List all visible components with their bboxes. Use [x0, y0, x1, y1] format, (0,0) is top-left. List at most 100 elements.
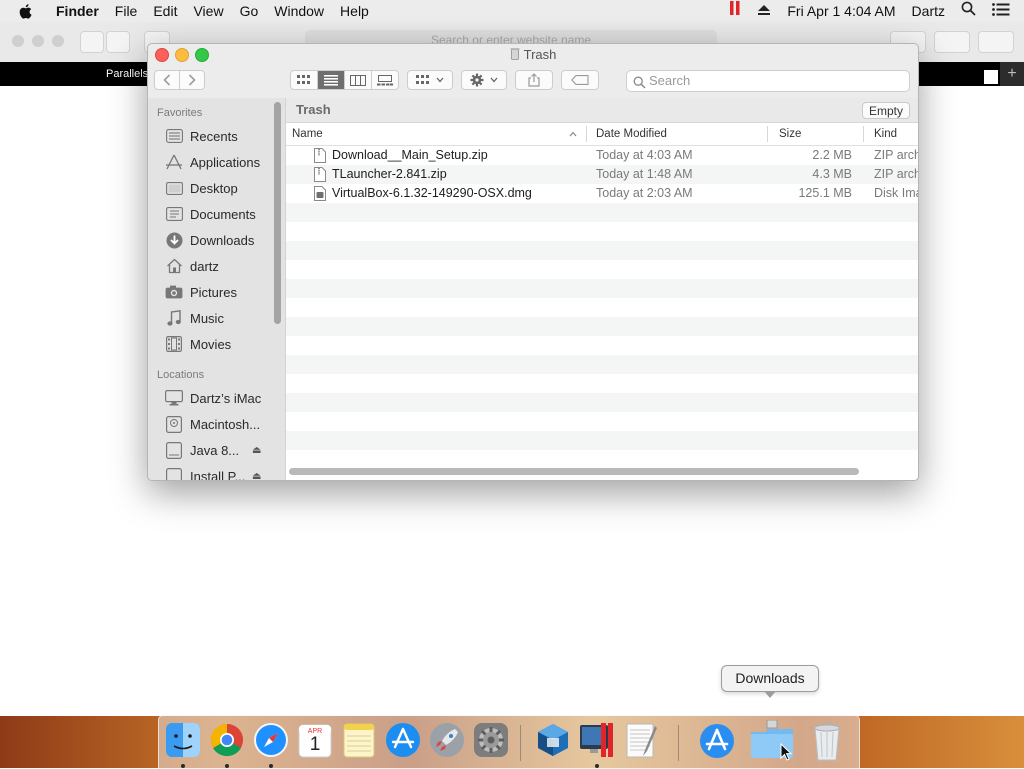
sidebar-item-recents[interactable]: Recents [148, 124, 278, 148]
eject-icon[interactable]: ⏏ [252, 445, 261, 456]
dock-trash[interactable] [807, 720, 847, 762]
dock-system-preferences[interactable] [471, 720, 511, 762]
menu-window[interactable]: Window [266, 0, 332, 22]
sidebar-item-install-volume[interactable]: Install P... ⏏ [148, 464, 278, 480]
group-by-button[interactable] [407, 70, 453, 90]
finder-titlebar[interactable]: Trash [148, 44, 918, 66]
column-divider[interactable] [863, 126, 864, 142]
sidebar-item-documents[interactable]: Documents [148, 202, 278, 226]
window-title: Trash [148, 44, 918, 67]
notification-center-icon[interactable] [984, 0, 1024, 22]
browser-share-button[interactable] [934, 31, 970, 53]
file-row[interactable]: VirtualBox-6.1.32-149290-OSX.dmg Today a… [286, 184, 918, 203]
menu-go[interactable]: Go [232, 0, 267, 22]
browser-tabs-button[interactable] [978, 31, 1014, 53]
sidebar-item-macintosh-hd[interactable]: Macintosh... [148, 412, 278, 436]
empty-row-stripe [286, 355, 918, 374]
eject-icon[interactable]: ⏏ [252, 471, 261, 481]
browser-minimize-button[interactable] [32, 35, 44, 47]
app-name-menu[interactable]: Finder [48, 0, 107, 22]
external-disk-icon [164, 441, 184, 459]
close-button[interactable] [155, 48, 169, 62]
dock-applications-folder[interactable] [697, 720, 737, 762]
menu-help[interactable]: Help [332, 0, 377, 22]
action-menu-button[interactable] [461, 70, 507, 90]
rocket-icon [430, 723, 464, 757]
empty-row-stripe [286, 279, 918, 298]
sidebar-item-label: Movies [190, 336, 232, 352]
dock-parallels[interactable] [577, 720, 617, 762]
sidebar-item-music[interactable]: Music [148, 306, 278, 330]
sort-ascending-icon [569, 123, 577, 145]
file-row[interactable]: Download__Main_Setup.zip Today at 4:03 A… [286, 146, 918, 165]
file-size: 2.2 MB [812, 148, 852, 162]
sidebar-item-downloads[interactable]: Downloads [148, 228, 278, 252]
menu-view[interactable]: View [185, 0, 231, 22]
file-size: 125.1 MB [798, 186, 852, 200]
horizontal-scrollbar[interactable] [289, 468, 859, 475]
column-header-size[interactable]: Size [779, 123, 801, 145]
browser-close-button[interactable] [12, 35, 24, 47]
gear-icon [474, 723, 508, 757]
sidebar-item-imac[interactable]: Dartz’s iMac [148, 386, 278, 410]
browser-tab[interactable]: Parallels [106, 62, 148, 86]
empty-row-stripe [286, 317, 918, 336]
sidebar-item-movies[interactable]: Movies [148, 332, 278, 356]
search-field[interactable]: Search [626, 70, 910, 92]
icon-view-button[interactable] [290, 70, 318, 90]
eject-status-icon[interactable] [749, 0, 779, 22]
column-divider[interactable] [586, 126, 587, 142]
menu-edit[interactable]: Edit [145, 0, 185, 22]
dock-app-store[interactable] [383, 720, 423, 762]
zip-file-icon [314, 167, 326, 185]
sidebar-item-label: Recents [190, 128, 238, 144]
column-view-button[interactable] [344, 70, 372, 90]
icon-view-icon [297, 75, 310, 84]
dock-notes[interactable] [339, 720, 379, 762]
safari-icon [254, 723, 288, 757]
sidebar-scrollbar[interactable] [274, 102, 281, 324]
browser-forward-button[interactable] [106, 31, 130, 53]
browser-zoom-button[interactable] [52, 35, 64, 47]
menubar-user[interactable]: Dartz [904, 0, 953, 22]
column-header-kind[interactable]: Kind [874, 123, 897, 145]
spotlight-icon[interactable] [953, 0, 984, 22]
dock-calendar[interactable]: APR 1 [295, 720, 335, 762]
empty-trash-button[interactable]: Empty [862, 102, 910, 119]
browser-new-tab-button[interactable]: + [1000, 62, 1024, 86]
column-header-date-modified[interactable]: Date Modified [596, 123, 667, 145]
notes-icon [343, 723, 375, 758]
browser-back-button[interactable] [80, 31, 104, 53]
sidebar-item-java-volume[interactable]: Java 8... ⏏ [148, 438, 278, 462]
apple-menu[interactable] [0, 3, 48, 19]
edit-tags-button[interactable] [561, 70, 599, 90]
file-row[interactable]: TLauncher-2.841.zip Today at 1:48 AM 4.3… [286, 165, 918, 184]
menubar-clock[interactable]: Fri Apr 1 4:04 AM [779, 0, 903, 22]
sidebar-item-home[interactable]: dartz [148, 254, 278, 278]
apple-icon [19, 3, 31, 19]
dock-virtualbox[interactable] [533, 720, 573, 762]
zoom-button[interactable] [195, 48, 209, 62]
column-divider[interactable] [767, 126, 768, 142]
share-button[interactable] [515, 70, 553, 90]
list-view-button[interactable] [317, 70, 345, 90]
sidebar-item-pictures[interactable]: Pictures [148, 280, 278, 304]
window-title-text: Trash [523, 47, 557, 62]
dock-textedit[interactable] [621, 720, 661, 762]
forward-button[interactable] [179, 70, 205, 90]
sidebar-item-desktop[interactable]: Desktop [148, 176, 278, 200]
dock-separator [678, 725, 679, 761]
sidebar-item-applications[interactable]: Applications [148, 150, 278, 174]
dock-launchpad[interactable] [427, 720, 467, 762]
parallels-status-icon[interactable] [721, 0, 749, 22]
list-view-icon [324, 74, 338, 86]
menu-file[interactable]: File [107, 0, 146, 22]
dock-safari[interactable] [251, 720, 291, 762]
dock-chrome[interactable] [207, 720, 247, 762]
column-header-name[interactable]: Name [292, 123, 323, 145]
back-button[interactable] [154, 70, 180, 90]
dock-finder[interactable] [163, 720, 203, 762]
gallery-view-button[interactable] [371, 70, 399, 90]
parallels-icon [580, 723, 613, 757]
minimize-button[interactable] [175, 48, 189, 62]
